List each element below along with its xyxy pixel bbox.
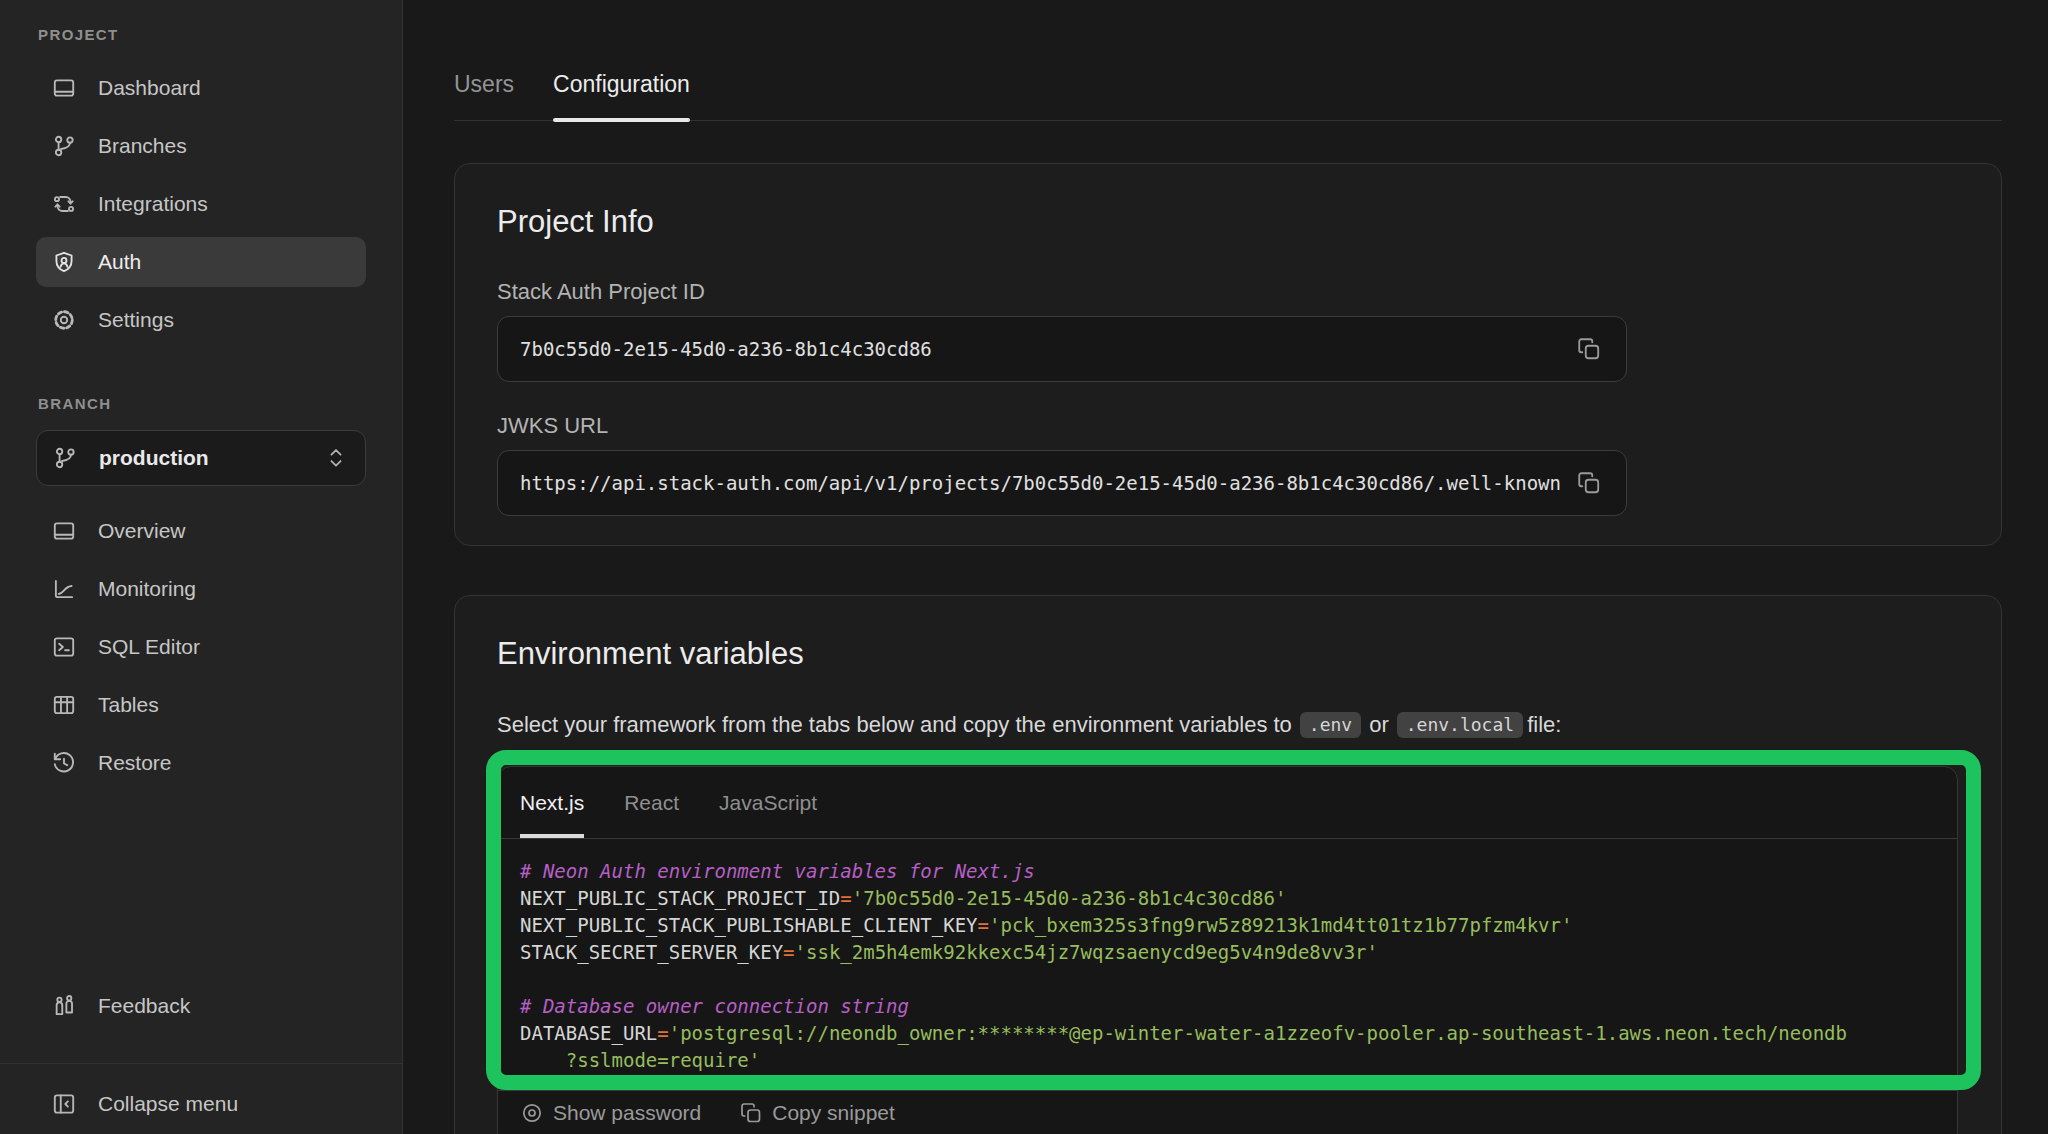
sidebar-item-label: Settings <box>98 308 174 332</box>
branch-nav: Overview Monitoring SQL Editor Tables Re… <box>0 506 402 796</box>
code-comment: # Database owner connection string <box>520 995 909 1017</box>
sidebar-item-restore[interactable]: Restore <box>36 738 366 788</box>
sidebar-item-label: SQL Editor <box>98 635 200 659</box>
field-label-project-id: Stack Auth Project ID <box>497 281 1957 303</box>
eye-icon <box>520 1101 544 1125</box>
code-footer: Show password Copy snippet <box>498 1090 1957 1134</box>
sidebar: PROJECT Dashboard Branches Integrations … <box>0 0 403 1134</box>
field-label-jwks-url: JWKS URL <box>497 415 1957 437</box>
env-description-suffix: file: <box>1527 710 1561 740</box>
branch-selector-value: production <box>99 446 325 470</box>
env-description-text: Select your framework from the tabs belo… <box>497 710 1292 740</box>
code-var: STACK_SECRET_SERVER_KEY <box>520 941 783 963</box>
jwks-url-value: https://api.stack-auth.com/api/v1/projec… <box>520 472 1570 494</box>
feedback-users-icon <box>51 993 77 1019</box>
sidebar-item-label: Auth <box>98 250 141 274</box>
main-content: Users Configuration Project Info Stack A… <box>403 0 2048 1134</box>
collapse-panel-icon <box>51 1091 77 1117</box>
git-branch-icon <box>52 445 78 471</box>
show-password-button[interactable]: Show password <box>520 1100 701 1126</box>
sidebar-item-auth[interactable]: Auth <box>36 237 366 287</box>
sidebar-item-sql-editor[interactable]: SQL Editor <box>36 622 366 672</box>
integrations-icon <box>51 191 77 217</box>
sidebar-divider <box>0 1063 402 1064</box>
code-op: = <box>978 914 989 936</box>
gear-icon <box>51 307 77 333</box>
copy-icon[interactable] <box>1576 336 1602 362</box>
sidebar-item-label: Overview <box>98 519 186 543</box>
sidebar-item-label: Restore <box>98 751 172 775</box>
sidebar-item-feedback[interactable]: Feedback <box>36 981 366 1031</box>
code-snippet-block: Next.js React JavaScript # Neon Auth env… <box>497 766 1958 1134</box>
branch-selector[interactable]: production <box>36 430 366 486</box>
sidebar-item-label: Dashboard <box>98 76 201 100</box>
copy-icon[interactable] <box>1576 470 1602 496</box>
sidebar-item-label: Branches <box>98 134 187 158</box>
sidebar-section-project: PROJECT <box>38 27 402 42</box>
sidebar-item-settings[interactable]: Settings <box>36 295 366 345</box>
page-tabs: Users Configuration <box>454 73 2002 121</box>
auth-shield-icon <box>51 249 77 275</box>
env-description-or: or <box>1369 710 1389 740</box>
sidebar-bottom: Feedback Collapse menu <box>0 981 402 1134</box>
show-password-label: Show password <box>553 1101 701 1125</box>
sidebar-item-tables[interactable]: Tables <box>36 680 366 730</box>
tab-users[interactable]: Users <box>454 73 514 120</box>
code-var: DATABASE_URL <box>520 1022 657 1044</box>
monitoring-icon <box>51 576 77 602</box>
code-string: 'pck_bxem325s3fng9rw5z89213k1md4tt01tz1b… <box>989 914 1572 936</box>
copy-snippet-button[interactable]: Copy snippet <box>739 1100 895 1126</box>
sidebar-item-label: Tables <box>98 693 159 717</box>
copy-icon <box>739 1101 763 1125</box>
sidebar-item-label: Collapse menu <box>98 1092 238 1116</box>
sidebar-item-label: Integrations <box>98 192 208 216</box>
project-id-value: 7b0c55d0-2e15-45d0-a236-8b1c4c30cd86 <box>520 338 1570 360</box>
code-op: = <box>783 941 794 963</box>
code-string: 'ssk_2m5h4emk92kkexc54jz7wqzsaenycd9eg5v… <box>795 941 1378 963</box>
copy-snippet-label: Copy snippet <box>772 1101 895 1125</box>
code-string: ?sslmode=require' <box>520 1049 760 1071</box>
code-op: = <box>657 1022 668 1044</box>
tab-configuration[interactable]: Configuration <box>553 73 690 120</box>
code-string: '7b0c55d0-2e15-45d0-a236-8b1c4c30cd86' <box>852 887 1287 909</box>
env-local-chip: .env.local <box>1397 712 1523 738</box>
code-comment: # Neon Auth environment variables for Ne… <box>520 860 1035 882</box>
git-branch-icon <box>51 133 77 159</box>
restore-icon <box>51 750 77 776</box>
sidebar-item-integrations[interactable]: Integrations <box>36 179 366 229</box>
overview-icon <box>51 518 77 544</box>
code-string: 'postgresql://neondb_owner:********@ep-w… <box>669 1022 1847 1044</box>
project-info-title: Project Info <box>497 205 1957 238</box>
sidebar-item-dashboard[interactable]: Dashboard <box>36 63 366 113</box>
code-op: = <box>840 887 851 909</box>
code-var: NEXT_PUBLIC_STACK_PROJECT_ID <box>520 887 840 909</box>
dashboard-icon <box>51 75 77 101</box>
collapse-menu-button[interactable]: Collapse menu <box>36 1079 366 1129</box>
sidebar-item-overview[interactable]: Overview <box>36 506 366 556</box>
env-chip: .env <box>1300 712 1361 738</box>
project-info-card: Project Info Stack Auth Project ID 7b0c5… <box>454 163 2002 546</box>
tables-icon <box>51 692 77 718</box>
sidebar-item-branches[interactable]: Branches <box>36 121 366 171</box>
env-description: Select your framework from the tabs belo… <box>497 710 1958 740</box>
sidebar-item-monitoring[interactable]: Monitoring <box>36 564 366 614</box>
tab-javascript[interactable]: JavaScript <box>719 767 817 838</box>
sidebar-section-branch: BRANCH <box>38 396 402 411</box>
code-var: NEXT_PUBLIC_STACK_PUBLISHABLE_CLIENT_KEY <box>520 914 978 936</box>
chevron-up-down-icon <box>325 445 347 471</box>
framework-tabs: Next.js React JavaScript <box>498 767 1957 839</box>
tab-nextjs[interactable]: Next.js <box>520 767 584 838</box>
environment-variables-card: Environment variables Select your framew… <box>454 595 2002 1134</box>
sql-editor-icon <box>51 634 77 660</box>
environment-variables-title: Environment variables <box>497 637 1958 670</box>
code-snippet[interactable]: # Neon Auth environment variables for Ne… <box>498 839 1957 1090</box>
project-nav: Dashboard Branches Integrations Auth Set… <box>0 63 402 353</box>
tab-react[interactable]: React <box>624 767 679 838</box>
sidebar-item-label: Monitoring <box>98 577 196 601</box>
jwks-url-field: https://api.stack-auth.com/api/v1/projec… <box>497 450 1627 516</box>
sidebar-item-label: Feedback <box>98 994 190 1018</box>
project-id-field: 7b0c55d0-2e15-45d0-a236-8b1c4c30cd86 <box>497 316 1627 382</box>
